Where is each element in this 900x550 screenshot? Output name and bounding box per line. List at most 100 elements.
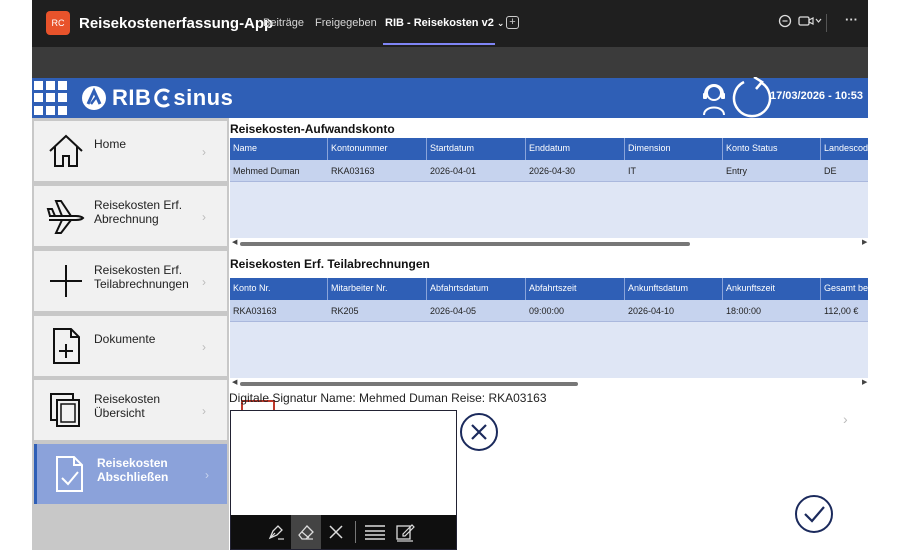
chevron-right-icon: › — [202, 275, 206, 289]
table-cell: IT — [628, 166, 636, 176]
document-plus-icon — [53, 328, 80, 364]
close-icon — [329, 525, 343, 539]
table-horizontal-scrollbar[interactable]: ◀ ▶ — [230, 378, 868, 388]
column-header[interactable]: Startdatum — [427, 138, 526, 160]
document-check-icon — [56, 456, 83, 492]
table-cell: 2026-04-30 — [529, 166, 576, 176]
app-header: RIB sinus 17/03/2026 - 10:53 — [32, 77, 868, 119]
refresh-icon[interactable] — [730, 77, 774, 119]
column-header[interactable]: Landescode — [821, 138, 868, 160]
column-header[interactable]: Ankunftsdatum — [625, 278, 723, 300]
signature-pad[interactable] — [230, 410, 457, 550]
chevron-right-icon: › — [205, 468, 209, 482]
scroll-left-icon[interactable]: ◀ — [232, 238, 237, 246]
video-call-icon[interactable] — [798, 14, 822, 28]
edit-signature-button[interactable] — [390, 515, 420, 549]
scroll-right-icon[interactable]: ▶ — [862, 238, 867, 246]
app-launcher-grid-icon[interactable] — [34, 81, 68, 115]
column-header[interactable]: Ankunftszeit — [723, 278, 821, 300]
cancel-button[interactable] — [459, 412, 499, 452]
scroll-left-icon[interactable]: ◀ — [232, 378, 237, 386]
eraser-tool-button[interactable] — [291, 515, 321, 549]
home-icon — [49, 134, 83, 167]
table-empty-area — [230, 322, 868, 378]
edit-icon — [396, 524, 415, 542]
table-teilabrechnungen: Konto Nr. Mitarbeiter Nr. Abfahrtsdatum … — [230, 278, 868, 378]
sidebar-item-dokumente[interactable]: Dokumente › — [34, 316, 227, 376]
chevron-right-icon: › — [202, 210, 206, 224]
column-header[interactable]: Abfahrtsdatum — [427, 278, 526, 300]
table-cell: RKA03163 — [331, 166, 375, 176]
tab-beitraege[interactable]: Beiträge — [263, 17, 304, 29]
sidebar-item-label: Reisekosten Erf. Abrechnung — [94, 198, 183, 226]
sidebar-item-uebersicht[interactable]: Reisekosten Übersicht › — [34, 380, 227, 440]
more-options-icon[interactable]: ··· — [845, 12, 858, 27]
clear-signature-button[interactable] — [321, 515, 351, 549]
scrollbar-thumb[interactable] — [240, 382, 578, 386]
sidebar-item-label: Reisekosten Übersicht — [94, 392, 161, 420]
sidebar-item-label: Home — [94, 137, 127, 151]
teams-top-bar: RC Reisekostenerfassung-App Beiträge Fre… — [32, 0, 868, 47]
datetime-display: 17/03/2026 - 10:53 — [770, 90, 863, 102]
logo-c-icon — [154, 88, 171, 108]
column-header[interactable]: Konto Nr. — [230, 278, 328, 300]
toolbar-divider — [826, 14, 827, 32]
logo-text-sinus: sinus — [173, 85, 234, 110]
table-cell: Entry — [726, 166, 748, 176]
app-icon: RC — [46, 11, 70, 35]
support-headset-icon[interactable] — [698, 79, 730, 117]
scrollbar-thumb[interactable] — [240, 242, 690, 246]
column-header[interactable]: Konto Status — [723, 138, 821, 160]
column-header[interactable]: Gesamt bez — [821, 278, 868, 300]
table-row[interactable]: RKA03163 RK205 2026-04-05 09:00:00 2026-… — [230, 300, 868, 322]
column-header[interactable]: Mitarbeiter Nr. — [328, 278, 427, 300]
logo-text-rib: RIB — [112, 85, 152, 110]
pen-icon — [268, 525, 284, 540]
table-cell: DE — [824, 166, 837, 176]
section-title-aufwandskonto: Reisekosten-Aufwandskonto — [230, 122, 395, 136]
table-row[interactable]: Mehmed Duman RKA03163 2026-04-01 2026-04… — [230, 160, 868, 182]
table-cell: 09:00:00 — [529, 306, 565, 316]
add-tab-button[interactable]: + — [506, 16, 519, 29]
sidebar-item-label: Reisekosten Abschließen — [97, 456, 169, 484]
active-tab-underline — [383, 43, 495, 45]
toolbar-separator — [355, 521, 356, 543]
table-empty-area — [230, 182, 868, 238]
eraser-icon — [298, 525, 314, 540]
pen-tool-button[interactable] — [261, 515, 291, 549]
table-header: Konto Nr. Mitarbeiter Nr. Abfahrtsdatum … — [230, 278, 868, 300]
plus-icon — [50, 265, 82, 297]
sidebar-item-abschliessen[interactable]: Reisekosten Abschließen › — [34, 444, 227, 504]
tab-freigegeben[interactable]: Freigegeben — [315, 17, 377, 29]
confirm-button[interactable] — [794, 494, 834, 534]
copy-icon — [50, 393, 80, 427]
app-title: Reisekostenerfassung-App — [79, 15, 274, 32]
scroll-right-icon[interactable]: ▶ — [862, 378, 867, 386]
line-width-button[interactable] — [360, 515, 390, 549]
rib-cosinus-logo: RIB sinus — [80, 83, 233, 113]
sidebar: Home › Reisekosten Erf. Abrechnung › Reis… — [32, 118, 229, 550]
sidebar-item-abrechnung[interactable]: Reisekosten Erf. Abrechnung › — [34, 186, 227, 246]
table-cell: RKA03163 — [233, 306, 277, 316]
chevron-right-icon: › — [202, 404, 206, 418]
column-header[interactable]: Enddatum — [526, 138, 625, 160]
sidebar-item-teilabrechnungen[interactable]: Reisekosten Erf. Teilabrechnungen › — [34, 251, 227, 311]
chevron-right-icon: › — [202, 340, 206, 354]
table-cell: 112,00 € — [824, 306, 859, 316]
gray-strip — [32, 47, 868, 78]
table-aufwandskonto: Name Kontonummer Startdatum Enddatum Dim… — [230, 138, 868, 238]
column-header[interactable]: Kontonummer — [328, 138, 427, 160]
chevron-right-icon[interactable]: › — [843, 411, 848, 427]
line-width-icon — [365, 525, 385, 540]
column-header[interactable]: Abfahrtszeit — [526, 278, 625, 300]
section-title-teilabrechnungen: Reisekosten Erf. Teilabrechnungen — [230, 257, 430, 271]
table-cell: RK205 — [331, 306, 359, 316]
column-header[interactable]: Dimension — [625, 138, 723, 160]
table-horizontal-scrollbar[interactable]: ◀ ▶ — [230, 238, 868, 248]
chat-icon[interactable] — [778, 14, 792, 28]
tab-rib-reisekosten[interactable]: RIB - Reisekosten v2 ⌄ — [385, 17, 504, 29]
column-header[interactable]: Name — [230, 138, 328, 160]
signature-toolbar — [231, 515, 456, 549]
app-frame: RC Reisekostenerfassung-App Beiträge Fre… — [32, 0, 868, 550]
sidebar-item-home[interactable]: Home › — [34, 121, 227, 181]
